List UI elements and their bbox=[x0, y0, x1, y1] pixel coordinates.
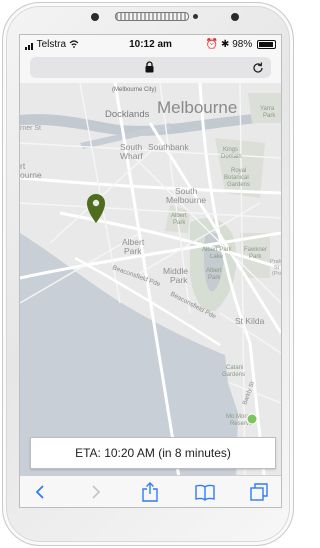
bluetooth-icon: ✱ bbox=[221, 39, 230, 50]
label-partial-left: rner St bbox=[20, 125, 41, 132]
label-docklands: Docklands bbox=[105, 109, 150, 120]
label-melbourne-city: (Melbourne City) bbox=[112, 87, 156, 93]
status-right: ⏰ ✱ 98% bbox=[206, 39, 276, 50]
proximity-sensor-icon bbox=[231, 13, 239, 21]
tabs-icon[interactable] bbox=[248, 482, 270, 502]
battery-icon bbox=[257, 39, 276, 49]
back-arrow-icon[interactable] bbox=[30, 482, 52, 502]
battery-percent: 98% bbox=[232, 39, 253, 50]
front-camera-icon bbox=[91, 13, 99, 21]
url-bar bbox=[20, 53, 281, 84]
sensor-dot bbox=[193, 14, 198, 19]
book-icon[interactable] bbox=[194, 482, 216, 502]
address-field[interactable] bbox=[30, 57, 271, 78]
reload-icon[interactable] bbox=[251, 61, 265, 75]
share-icon[interactable] bbox=[139, 482, 161, 502]
status-bar: Telstra 10:12 am ⏰ ✱ 98% bbox=[20, 35, 281, 53]
label-albert-park-2: Albert Park bbox=[206, 268, 222, 281]
earpiece-speaker bbox=[115, 12, 189, 21]
label-melbourne: Melbourne bbox=[157, 98, 237, 117]
eta-banner: ETA: 10:20 AM (in 8 minutes) bbox=[30, 437, 276, 469]
label-catani-gardens: Catani Gardens bbox=[222, 365, 245, 378]
label-south-wharf: South Wharf bbox=[120, 142, 143, 161]
destination-dot-icon[interactable] bbox=[246, 413, 258, 425]
label-albert-park-small: Albert Park bbox=[171, 213, 187, 226]
browser-toolbar bbox=[20, 475, 281, 507]
lock-icon bbox=[145, 61, 154, 73]
map[interactable]: (Melbourne City) Docklands Melbourne rne… bbox=[20, 83, 281, 484]
label-southbank: Southbank bbox=[148, 142, 189, 152]
alarm-icon: ⏰ bbox=[205, 39, 219, 50]
label-st-kilda: St Kilda bbox=[235, 316, 265, 326]
label-albert-park: Albert Park bbox=[122, 237, 145, 256]
forward-arrow-icon[interactable] bbox=[84, 482, 106, 502]
screen: Telstra 10:12 am ⏰ ✱ 98% (Melbourne City… bbox=[19, 34, 282, 508]
label-yarra-park: Yarra Park bbox=[260, 106, 276, 119]
